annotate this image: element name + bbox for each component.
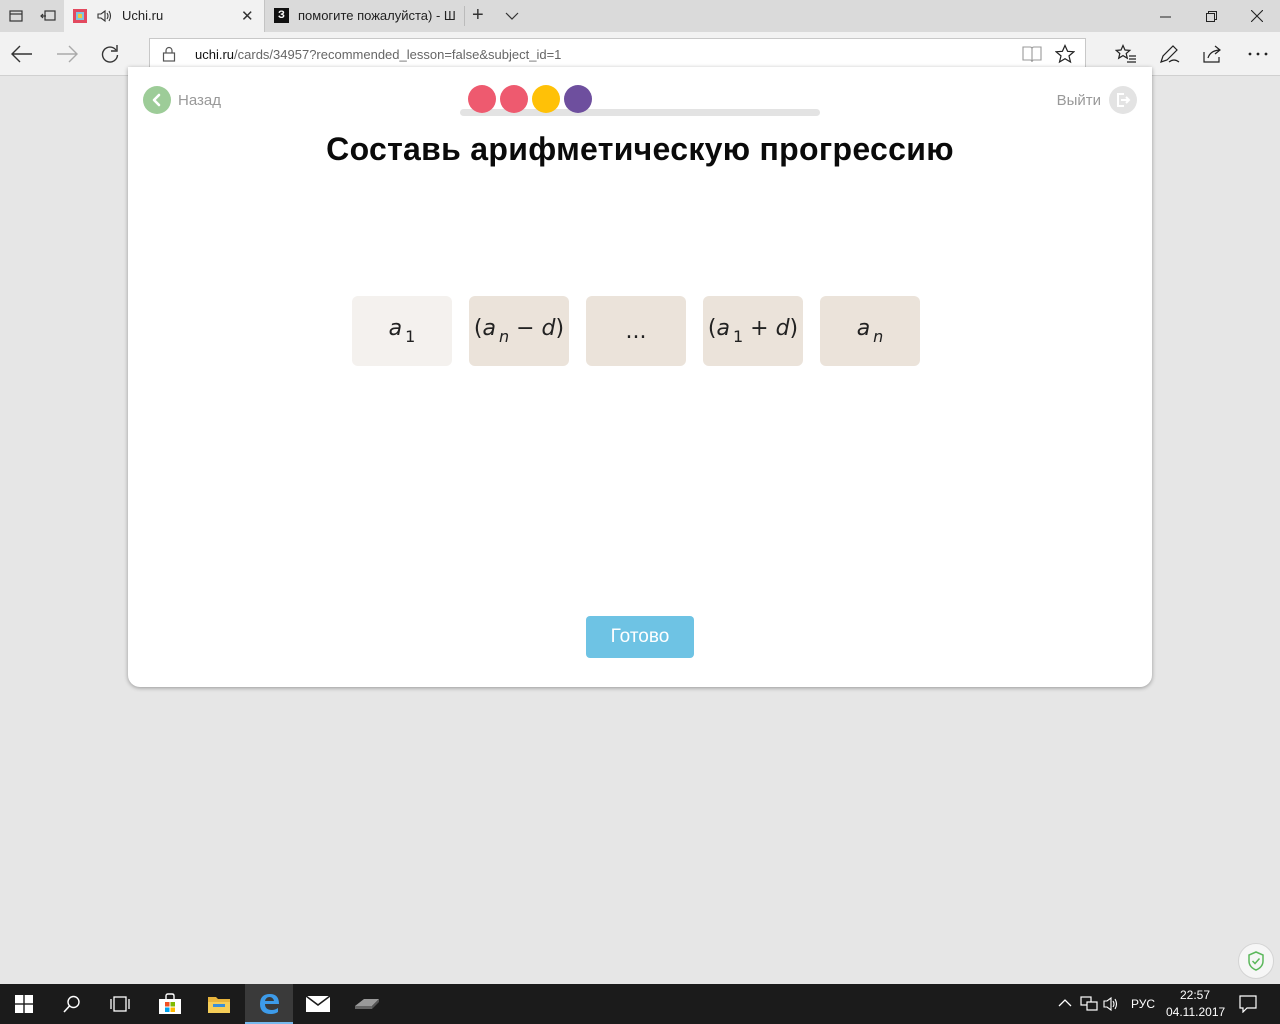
start-button[interactable] (0, 984, 48, 1024)
edge-app[interactable] (245, 984, 293, 1024)
tab-preview-chevron-icon[interactable] (505, 10, 519, 22)
exit-button[interactable]: Выйти (1057, 86, 1137, 114)
share-button[interactable] (1201, 42, 1225, 66)
exit-icon (1109, 86, 1137, 114)
tile-an[interactable]: an (820, 296, 920, 366)
reading-view-icon[interactable] (1022, 45, 1042, 63)
lesson-card: Назад Выйти Составь арифметическую прогр… (128, 67, 1152, 687)
network-icon[interactable] (1080, 996, 1098, 1012)
tile-an-minus-d[interactable]: (a n − d) (469, 296, 569, 366)
arrow-left-icon (11, 45, 32, 63)
tile-a1[interactable]: a1 (352, 296, 452, 366)
mail-icon (305, 995, 331, 1012)
tile-ellipsis[interactable]: ... (586, 296, 686, 366)
clock-date[interactable]: 04.11.2017 (1166, 1005, 1225, 1019)
tab-divider (464, 6, 465, 26)
progress-dot (564, 85, 592, 113)
tile-label: a1 (388, 316, 416, 346)
notifications-icon[interactable] (1239, 995, 1257, 1013)
pinned-app[interactable] (343, 984, 391, 1024)
favorites-hub-button[interactable] (1114, 42, 1138, 66)
chevron-left-icon (143, 86, 171, 114)
clock-time[interactable]: 22:57 (1180, 988, 1210, 1002)
tab-title: Uchi.ru (122, 8, 164, 23)
share-icon (1203, 45, 1221, 63)
tab-znanija[interactable]: З помогите пожалуйста) - Ш (264, 0, 464, 32)
more-button[interactable] (1246, 42, 1270, 66)
task-view-button[interactable] (96, 984, 144, 1024)
refresh-button[interactable] (98, 42, 122, 66)
taskbar: РУС 22:57 04.11.2017 (0, 984, 1280, 1024)
new-tab-icon[interactable]: + (472, 4, 484, 27)
uchi-favicon-icon (73, 9, 87, 23)
favorites-list-icon (1115, 44, 1136, 63)
page-title: Составь арифметическую прогрессию (326, 131, 954, 167)
mail-app[interactable] (294, 984, 342, 1024)
tab-title: помогите пожалуйста) - Ш (298, 8, 456, 23)
forward-nav-button[interactable] (55, 42, 79, 66)
tile-label: an (856, 316, 884, 346)
minimize-button[interactable] (1142, 0, 1188, 32)
scanner-icon (355, 999, 379, 1009)
favorite-star-icon[interactable] (1055, 44, 1075, 64)
chevron-up-icon[interactable] (1058, 998, 1072, 1008)
store-bag-icon (159, 993, 181, 1014)
progress-dot (532, 85, 560, 113)
tile-a1-plus-d[interactable]: (a 1 + d) (703, 296, 803, 366)
tile-label: ... (625, 318, 647, 344)
task-view-icon (110, 996, 130, 1012)
close-tab-icon[interactable]: ✕ (241, 7, 254, 25)
back-button[interactable]: Назад (143, 86, 221, 114)
address-bar[interactable]: uchi.ru/cards/34957?recommended_lesson=f… (149, 38, 1086, 69)
tile-label: (a 1 + d) (707, 316, 799, 346)
tile-label: (a n − d) (473, 316, 565, 346)
url-text[interactable]: uchi.ru/cards/34957?recommended_lesson=f… (195, 47, 561, 62)
page-viewport: Назад Выйти Составь арифметическую прогр… (0, 67, 1280, 983)
tab-uchi[interactable]: Uchi.ru ✕ (64, 0, 264, 32)
search-button[interactable] (48, 984, 96, 1024)
volume-icon[interactable] (1103, 996, 1121, 1012)
back-label: Назад (178, 91, 221, 109)
progress-dot (500, 85, 528, 113)
restore-tabs-icon[interactable] (40, 8, 56, 24)
tab-audio-icon[interactable] (96, 8, 114, 24)
file-explorer-app[interactable] (195, 984, 243, 1024)
search-icon (63, 995, 80, 1013)
tab-bar: Uchi.ru ✕ З помогите пожалуйста) - Ш + (0, 0, 1280, 32)
close-window-button[interactable] (1234, 0, 1280, 32)
restore-button[interactable] (1188, 0, 1234, 32)
store-app[interactable] (146, 984, 194, 1024)
progress-dot (468, 85, 496, 113)
tab-set-aside-icon[interactable] (8, 8, 24, 24)
arrow-right-icon (57, 45, 78, 63)
done-button[interactable]: Готово (586, 616, 694, 658)
back-nav-button[interactable] (10, 42, 34, 66)
folder-icon (208, 997, 230, 1013)
more-dots-icon (1248, 52, 1268, 56)
edge-logo-icon (260, 994, 279, 1014)
web-note-button[interactable] (1158, 42, 1182, 66)
refresh-icon (101, 45, 119, 63)
znanija-favicon-icon: З (274, 8, 289, 23)
windows-logo-icon (15, 995, 33, 1013)
shield-icon[interactable] (1238, 943, 1274, 979)
exit-label: Выйти (1056, 91, 1101, 109)
pen-icon (1160, 45, 1180, 63)
url-host: uchi.ru (195, 47, 235, 62)
url-path: /cards/34957?recommended_lesson=false&su… (234, 47, 562, 62)
lock-icon (162, 46, 176, 62)
language-indicator[interactable]: РУС (1131, 997, 1155, 1011)
